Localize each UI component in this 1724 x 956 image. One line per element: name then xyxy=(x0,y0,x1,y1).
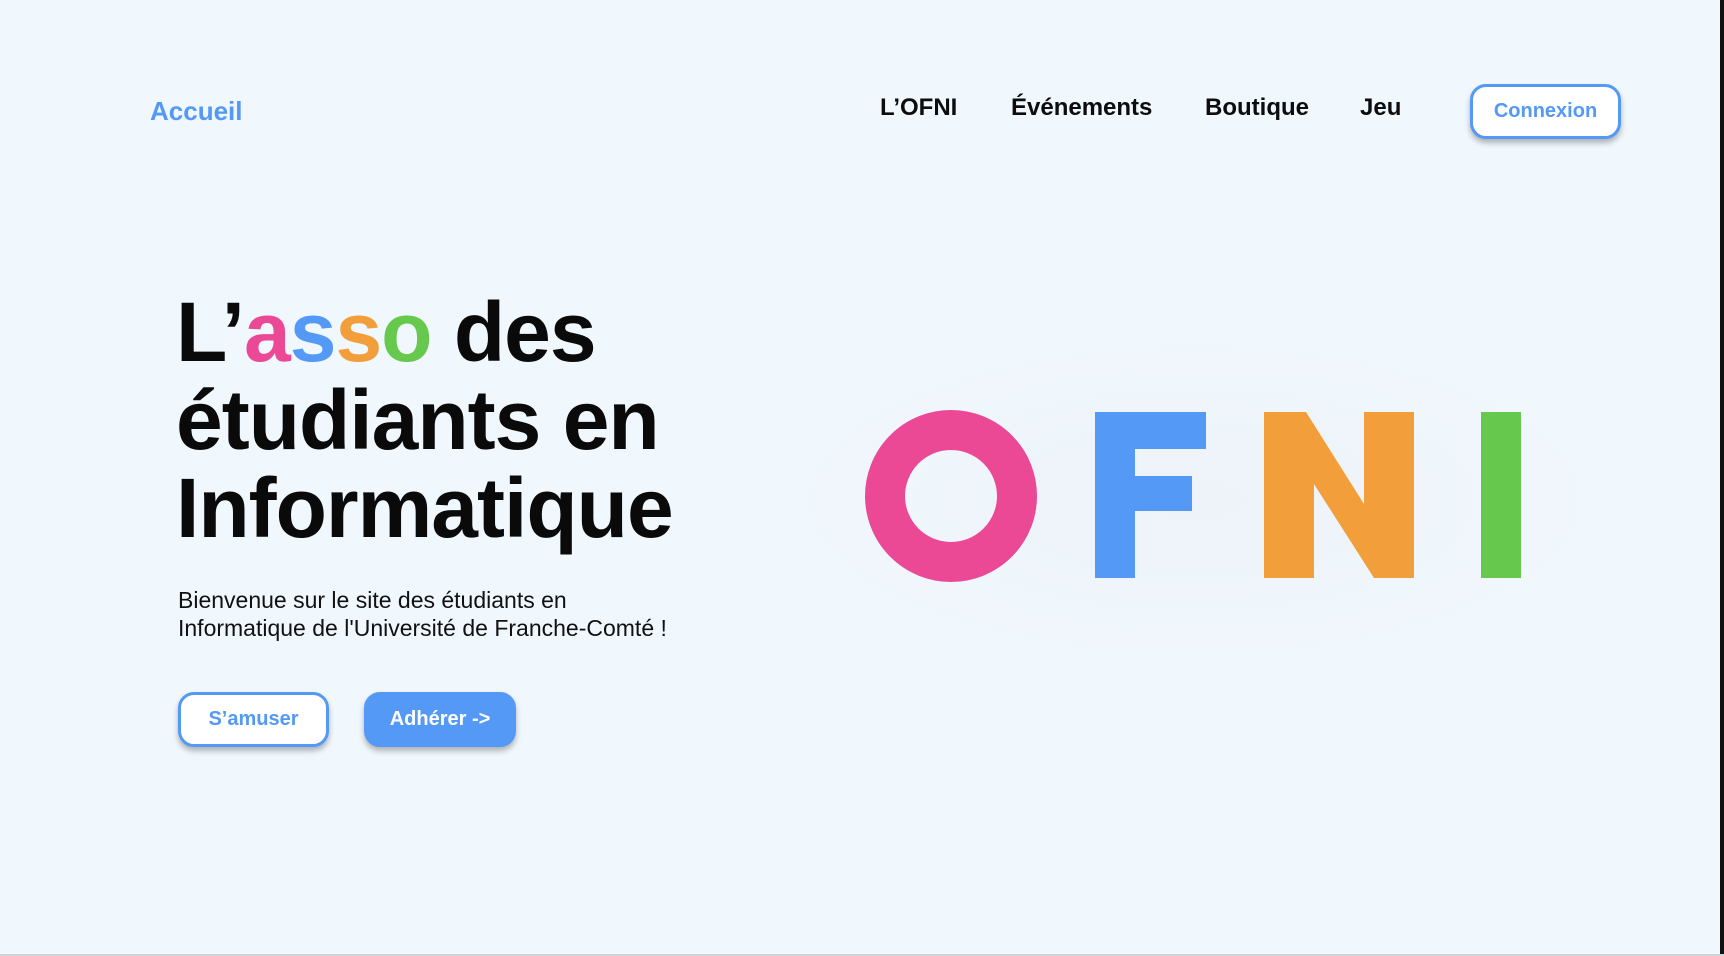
join-button[interactable]: Adhérer -> xyxy=(364,692,516,747)
main-nav: L’OFNI Événements Boutique Jeu xyxy=(0,94,1724,134)
logo-letter-i xyxy=(1481,412,1521,578)
nav-item-events[interactable]: Événements xyxy=(1011,94,1152,122)
logo-letter-n xyxy=(1264,412,1414,578)
hero-title: L’asso des étudiants en Informatique xyxy=(176,288,796,552)
logo-letter-f xyxy=(1095,412,1206,578)
hero-subtitle-line2: Informatique de l'Université de Franche-… xyxy=(178,615,667,641)
hero-title-line3: Informatique xyxy=(176,461,674,555)
nav-item-shop[interactable]: Boutique xyxy=(1205,94,1309,122)
logo-letter-o xyxy=(865,410,1037,582)
nav-item-ofni[interactable]: L’OFNI xyxy=(880,94,957,122)
page: Accueil L’OFNI Événements Boutique Jeu C… xyxy=(0,0,1724,956)
hero-title-letter-s1: s xyxy=(289,285,337,379)
window-edge xyxy=(1720,0,1724,956)
ofni-logo-icon xyxy=(865,410,1521,582)
hero-title-line1-end: des xyxy=(431,285,597,379)
hero-title-letter-a: a xyxy=(244,285,291,379)
ofni-logo xyxy=(790,340,1600,660)
nav-item-game[interactable]: Jeu xyxy=(1360,94,1401,122)
play-button[interactable]: S’amuser xyxy=(178,692,329,747)
hero-title-line2: étudiants en xyxy=(176,373,660,467)
hero-title-letter-s2: s xyxy=(335,285,382,379)
login-button[interactable]: Connexion xyxy=(1470,84,1621,139)
hero-title-letter-o: o xyxy=(381,285,432,379)
hero-subtitle-line1: Bienvenue sur le site des étudiants en xyxy=(178,587,567,613)
hero-title-prefix: L’ xyxy=(176,285,245,379)
hero-subtitle: Bienvenue sur le site des étudiants en I… xyxy=(178,586,738,642)
